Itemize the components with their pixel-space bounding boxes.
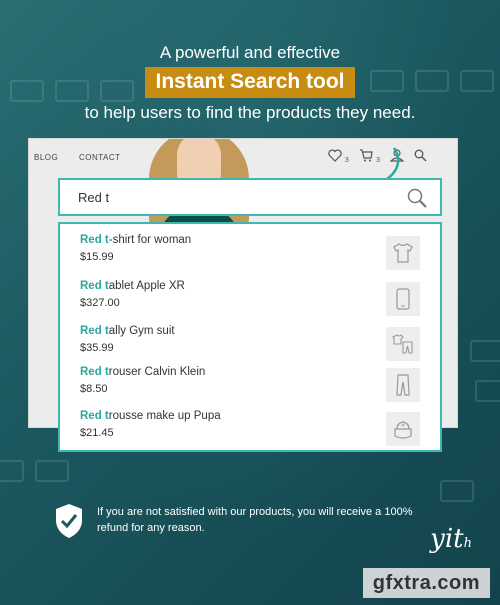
headline-highlight: Instant Search tool [145, 67, 355, 98]
result-item[interactable]: Red t-shirt for woman $15.99 [80, 234, 430, 274]
result-price: $15.99 [80, 251, 114, 263]
headline-line3: to help users to find the products they … [84, 103, 416, 122]
nav-contact[interactable]: CONTACT [79, 153, 121, 162]
result-price: $8.50 [80, 383, 108, 395]
trousers-icon [386, 368, 420, 402]
search-input[interactable]: Red t [58, 178, 442, 216]
result-price: $327.00 [80, 297, 120, 309]
tshirt-icon [386, 236, 420, 270]
result-name: Red t-shirt for woman [80, 234, 192, 246]
search-icon[interactable] [406, 187, 428, 209]
tablet-icon [386, 282, 420, 316]
makeup-icon [386, 412, 420, 446]
headline: A powerful and effective Instant Search … [0, 42, 500, 124]
site-nav: BLOG CONTACT [34, 153, 139, 162]
nav-blog[interactable]: BLOG [34, 153, 58, 162]
result-name: Red trousse make up Pupa [80, 410, 221, 422]
result-price: $21.45 [80, 427, 114, 439]
result-item[interactable]: Red tablet Apple XR $327.00 [80, 280, 430, 320]
search-icon[interactable] [414, 149, 427, 165]
heart-icon[interactable]: 3 [327, 149, 349, 165]
guarantee-section: If you are not satisfied with our produc… [54, 503, 434, 543]
gym-suit-icon [386, 327, 420, 361]
result-item[interactable]: Red trouser Calvin Klein $8.50 [80, 366, 430, 406]
result-item[interactable]: Red tally Gym suit $35.99 [80, 325, 430, 365]
search-input-value: Red t [78, 190, 110, 205]
headline-line1: A powerful and effective [159, 43, 341, 62]
result-name: Red tally Gym suit [80, 325, 175, 337]
search-results-dropdown: Red t-shirt for woman $15.99 Red tablet … [58, 222, 442, 452]
result-name: Red tablet Apple XR [80, 280, 185, 292]
result-name: Red trouser Calvin Klein [80, 366, 206, 378]
result-price: $35.99 [80, 342, 114, 354]
result-item[interactable]: Red trousse make up Pupa $21.45 [80, 410, 430, 450]
shield-check-icon [56, 504, 82, 538]
guarantee-text: If you are not satisfied with our produc… [97, 506, 413, 534]
watermark: gfxtra.com [362, 568, 490, 598]
yith-logo: yith [430, 524, 472, 554]
